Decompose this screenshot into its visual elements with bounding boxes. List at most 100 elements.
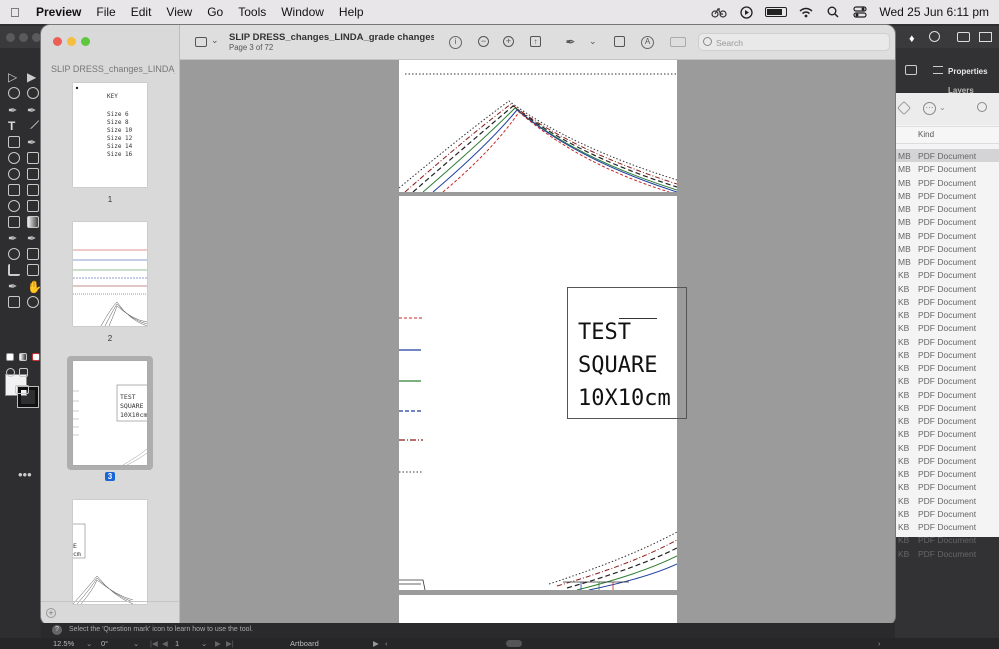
rotate-icon[interactable] (614, 36, 625, 47)
scroll-left-icon[interactable]: ‹ (385, 639, 388, 648)
add-page-icon[interactable]: + (46, 608, 56, 618)
curvature-tool-icon[interactable]: ✒ (27, 104, 39, 117)
zoom-out-icon[interactable]: − (478, 36, 489, 47)
menu-window[interactable]: Window (281, 5, 324, 19)
control-center-icon[interactable] (852, 5, 868, 19)
finder-row[interactable]: MB PDF Document (896, 242, 999, 255)
spotlight-search-icon[interactable] (825, 5, 841, 19)
form-fill-icon[interactable] (670, 37, 686, 47)
apple-menu-icon[interactable]:  (10, 5, 28, 20)
magic-wand-tool-icon[interactable] (8, 87, 20, 99)
horizontal-scrollbar[interactable] (506, 640, 522, 647)
sidebar-toggle-icon[interactable] (195, 37, 207, 47)
action-chevron-icon[interactable]: ⌄ (939, 103, 946, 112)
share-icon[interactable]: ↑ (530, 36, 541, 47)
last-artboard-icon[interactable]: ▶| (226, 639, 234, 648)
menu-edit[interactable]: Edit (131, 5, 152, 19)
document-viewport[interactable]: TEST SQUARE 10X10cm (180, 60, 895, 625)
app-search-icon[interactable] (929, 31, 940, 42)
thumbnail-page-3[interactable]: TEST SQUARE 10X10cm (73, 361, 152, 466)
artboard-number[interactable]: 1 (175, 639, 179, 648)
close-button[interactable] (53, 37, 62, 46)
finder-row[interactable]: KB PDF Document (896, 401, 999, 414)
finder-search-icon[interactable] (977, 102, 987, 112)
shape-builder-tool-icon[interactable] (8, 200, 20, 212)
artboard-menu-icon[interactable]: ▶ (373, 639, 379, 648)
artboard-tool-icon[interactable] (27, 264, 39, 276)
finder-row[interactable]: KB PDF Document (896, 374, 999, 387)
free-transform-tool-icon[interactable] (27, 184, 39, 196)
symbol-sprayer-tool-icon[interactable] (27, 248, 39, 260)
finder-row[interactable]: KB PDF Document (896, 414, 999, 427)
lasso-tool-icon[interactable] (27, 87, 39, 99)
artboard-chevron-icon[interactable]: ⌄ (201, 639, 207, 648)
finder-row[interactable]: MB PDF Document (896, 229, 999, 242)
scroll-right-icon[interactable]: › (878, 639, 881, 648)
first-artboard-icon[interactable]: |◀ (150, 639, 158, 648)
print-tiling-tool-icon[interactable] (8, 296, 20, 308)
blend-tool-icon[interactable] (8, 248, 20, 260)
search-input[interactable] (716, 36, 886, 49)
rotation-value[interactable]: 0° (101, 639, 108, 648)
gradient-fill-icon[interactable] (19, 353, 27, 361)
scale-tool-icon[interactable] (27, 168, 39, 180)
finder-row[interactable]: KB PDF Document (896, 295, 999, 308)
fill-color-icon[interactable] (6, 353, 14, 361)
mesh-tool-icon[interactable] (8, 216, 20, 228)
finder-column-header[interactable]: Kind (896, 126, 999, 144)
notifications-icon[interactable]: ♦ (909, 33, 915, 45)
gradient-tool-icon[interactable] (27, 216, 39, 228)
properties-icon[interactable] (933, 66, 943, 74)
menubar-clock[interactable]: Wed 25 Jun 6:11 pm (879, 5, 989, 19)
previous-artboard-icon[interactable]: ◀ (162, 639, 168, 648)
finder-row[interactable]: KB PDF Document (896, 441, 999, 454)
finder-row[interactable]: MB PDF Document (896, 149, 999, 162)
info-icon[interactable]: i (449, 36, 462, 49)
finder-row[interactable]: KB PDF Document (896, 480, 999, 493)
menu-file[interactable]: File (96, 5, 115, 19)
line-tool-icon[interactable] (26, 116, 40, 130)
action-menu-icon[interactable]: ··· (923, 102, 936, 115)
menu-view[interactable]: View (166, 5, 192, 19)
cycling-icon[interactable] (711, 5, 727, 19)
paintbrush-tool-icon[interactable]: ✒ (27, 136, 39, 149)
markup-chevron-icon[interactable]: ⌄ (589, 36, 597, 47)
column-graph-tool-icon[interactable] (8, 264, 20, 276)
screen-mode-icon[interactable] (15, 385, 29, 394)
finder-row[interactable]: KB PDF Document (896, 520, 999, 533)
search-field[interactable] (698, 33, 890, 51)
comments-icon[interactable] (905, 65, 917, 75)
finder-row[interactable]: KB PDF Document (896, 268, 999, 281)
finder-row[interactable]: KB PDF Document (896, 321, 999, 334)
question-mark-icon[interactable]: ? (52, 625, 62, 635)
thumbnail-page-2[interactable] (73, 222, 148, 327)
tag-icon[interactable] (896, 100, 912, 116)
more-tools-icon[interactable]: ••• (18, 467, 32, 482)
finder-row[interactable]: KB PDF Document (896, 348, 999, 361)
menu-help[interactable]: Help (339, 5, 364, 19)
finder-row[interactable]: KB PDF Document (896, 533, 999, 546)
zoom-in-icon[interactable]: + (503, 36, 514, 47)
slice-tool-icon[interactable]: ✒ (8, 280, 20, 293)
fullscreen-button[interactable] (81, 37, 90, 46)
finder-row[interactable]: KB PDF Document (896, 467, 999, 480)
finder-row[interactable]: KB PDF Document (896, 507, 999, 520)
background-minimize-dot[interactable] (19, 33, 28, 42)
rectangle-tool-icon[interactable] (8, 136, 20, 148)
measure-tool-icon[interactable]: ✒ (27, 232, 39, 245)
sidebar-chevron-icon[interactable]: ⌄ (211, 35, 219, 46)
finder-row[interactable]: MB PDF Document (896, 202, 999, 215)
finder-row[interactable]: MB PDF Document (896, 189, 999, 202)
width-tool-icon[interactable] (8, 184, 20, 196)
direct-selection-tool-icon[interactable]: ▶ (27, 70, 39, 84)
thumbnail-page-4[interactable]: E cm (70, 500, 147, 605)
finder-row[interactable]: MB PDF Document (896, 255, 999, 268)
finder-row[interactable]: KB PDF Document (896, 454, 999, 467)
draw-normal-icon[interactable] (6, 368, 15, 377)
menu-go[interactable]: Go (207, 5, 223, 19)
rotation-chevron-icon[interactable]: ⌄ (133, 639, 139, 648)
properties-tab[interactable]: Properties (948, 67, 988, 76)
play-icon[interactable] (738, 5, 754, 19)
type-tool-icon[interactable]: T (8, 119, 20, 133)
zoom-tool-icon[interactable] (27, 296, 39, 308)
